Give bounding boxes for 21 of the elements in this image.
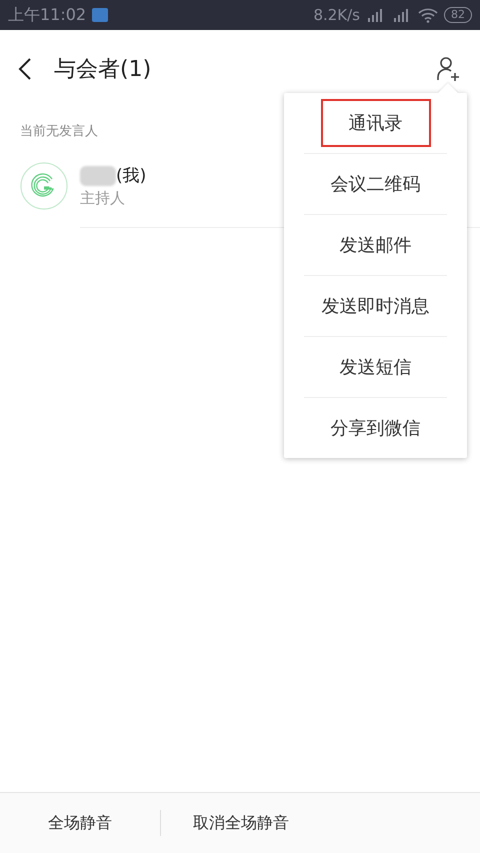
status-time: 上午11:02 — [8, 4, 86, 26]
bottom-action-button[interactable]: 取消全场静音 — [193, 812, 289, 834]
bottom-action-button[interactable]: 全场静音 — [48, 812, 112, 834]
menu-item[interactable]: 发送即时消息 — [316, 286, 436, 326]
participant-name: (我) — [116, 165, 146, 187]
add-person-icon[interactable] — [436, 56, 460, 82]
menu-item[interactable]: 通讯录 — [322, 101, 428, 145]
participant-role: 主持人 — [80, 189, 126, 208]
notification-icon — [92, 8, 108, 22]
network-speed: 8.2K/s — [313, 6, 360, 24]
back-icon[interactable] — [18, 58, 32, 80]
battery-icon: 82 — [444, 7, 472, 23]
menu-item[interactable]: 发送邮件 — [334, 225, 418, 265]
menu-item[interactable]: 会议二维码 — [324, 164, 426, 204]
menu-item[interactable]: 分享到微信 — [324, 408, 426, 448]
page-title: 与会者(1) — [54, 56, 152, 84]
avatar-icon — [20, 162, 68, 210]
wifi-icon — [418, 7, 438, 23]
menu-item[interactable]: 发送短信 — [334, 347, 418, 387]
redacted-blur — [80, 166, 116, 186]
speaker-status-text: 当前无发言人 — [20, 123, 98, 140]
